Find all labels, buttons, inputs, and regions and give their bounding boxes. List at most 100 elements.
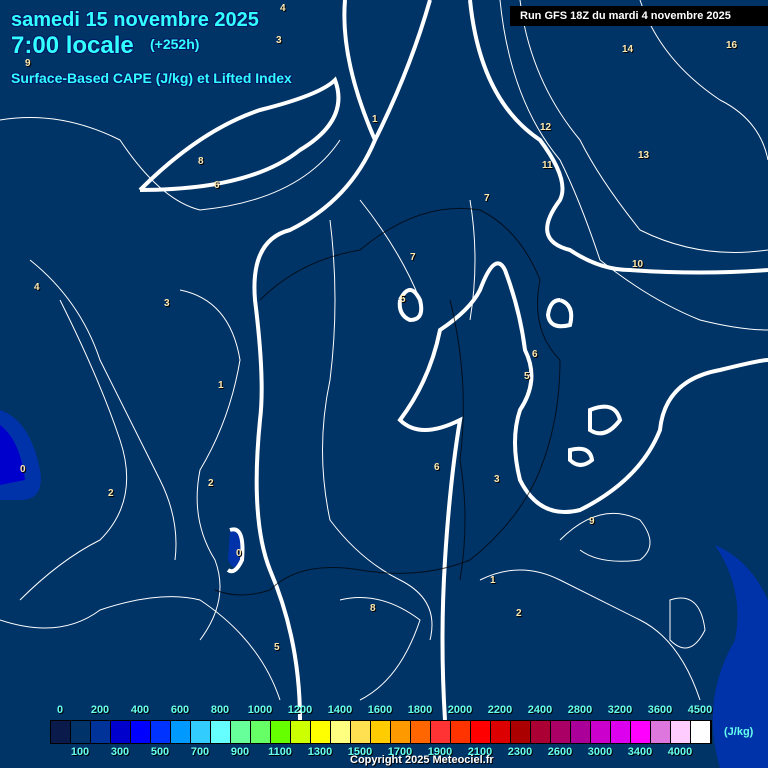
legend-swatch [191, 721, 211, 743]
forecast-date: samedi 15 novembre 2025 [11, 9, 259, 31]
legend-top-label: 2800 [567, 704, 593, 716]
contour-label: 6 [214, 180, 220, 191]
legend-top-label: 1600 [367, 704, 393, 716]
legend-swatch [91, 721, 111, 743]
contour-label: 2 [208, 478, 214, 489]
legend-bottom-label: 300 [110, 746, 130, 758]
legend-top-label: 1000 [247, 704, 273, 716]
legend-swatch [611, 721, 631, 743]
contour-label: 2 [516, 608, 522, 619]
legend-bottom-label: 100 [70, 746, 90, 758]
contour-label: 3 [276, 35, 282, 46]
legend-bottom-label: 2300 [507, 746, 533, 758]
contour-label: 8 [370, 603, 376, 614]
contour-label: 10 [632, 259, 644, 270]
legend-swatch [131, 721, 151, 743]
copyright: Copyright 2025 Meteociel.fr [350, 754, 494, 766]
color-scale-legend [50, 720, 712, 744]
contour-label: 11 [542, 160, 553, 171]
legend-swatch [431, 721, 451, 743]
contour-label: 5 [524, 371, 530, 382]
legend-top-label: 400 [130, 704, 150, 716]
legend-swatch [631, 721, 651, 743]
legend-bottom-label: 4000 [667, 746, 693, 758]
contour-label: 8 [198, 156, 204, 167]
forecast-lead-time: (+252h) [150, 36, 200, 52]
contour-label: 5 [400, 294, 406, 305]
contour-label: 0 [20, 464, 26, 475]
legend-bottom-label: 2600 [547, 746, 573, 758]
contour-label: 16 [726, 40, 738, 51]
contour-label: 6 [532, 349, 538, 360]
forecast-time: 7:00 locale [11, 32, 134, 59]
cape-map [0, 0, 768, 768]
legend-swatch [451, 721, 471, 743]
legend-swatch [551, 721, 571, 743]
legend-swatch [651, 721, 671, 743]
legend-swatch [111, 721, 131, 743]
legend-swatch [331, 721, 351, 743]
contour-label: 13 [638, 150, 650, 161]
contour-label: 1 [372, 114, 378, 125]
legend-swatch [491, 721, 511, 743]
legend-top-label: 200 [90, 704, 110, 716]
contour-label: 6 [434, 462, 440, 473]
legend-top-label: 2000 [447, 704, 473, 716]
contour-label: 4 [280, 3, 286, 14]
legend-bottom-label: 3400 [627, 746, 653, 758]
legend-swatch [391, 721, 411, 743]
parameter-title: Surface-Based CAPE (J/kg) et Lifted Inde… [11, 70, 292, 86]
legend-top-label: 2200 [487, 704, 513, 716]
legend-top-label: 3200 [607, 704, 633, 716]
legend-bottom-label: 900 [230, 746, 250, 758]
legend-top-label: 0 [56, 704, 64, 716]
legend-swatch [51, 721, 71, 743]
legend-swatch [591, 721, 611, 743]
contour-label: 4 [34, 282, 40, 293]
contour-label: 7 [484, 193, 490, 204]
contour-label: 9 [589, 516, 595, 527]
legend-bottom-label: 1100 [268, 746, 292, 758]
legend-swatch [311, 721, 331, 743]
contour-label: 12 [540, 122, 552, 133]
contour-label: 0 [236, 548, 242, 559]
contour-label: 14 [622, 44, 634, 55]
contour-label: 7 [410, 252, 416, 263]
legend-swatch [211, 721, 231, 743]
legend-swatch [291, 721, 311, 743]
contour-label: 1 [490, 575, 496, 586]
legend-top-label: 3600 [647, 704, 673, 716]
legend-swatch [371, 721, 391, 743]
legend-bottom-label: 500 [150, 746, 170, 758]
run-info: Run GFS 18Z du mardi 4 novembre 2025 [510, 6, 768, 26]
legend-swatch [231, 721, 251, 743]
legend-swatch [671, 721, 691, 743]
legend-swatch [171, 721, 191, 743]
contour-label: 3 [494, 474, 500, 485]
legend-swatch [151, 721, 171, 743]
legend-swatch [531, 721, 551, 743]
legend-top-label: 600 [170, 704, 190, 716]
legend-swatch [351, 721, 371, 743]
legend-top-label: 1200 [287, 704, 313, 716]
legend-swatch [571, 721, 591, 743]
legend-swatch [471, 721, 491, 743]
contour-label: 3 [164, 298, 170, 309]
legend-top-label: 2400 [527, 704, 553, 716]
legend-top-label: 800 [210, 704, 230, 716]
legend-swatch [511, 721, 531, 743]
legend-swatch [691, 721, 711, 743]
legend-top-label: 1800 [407, 704, 433, 716]
contour-label: 5 [274, 642, 280, 653]
legend-top-label: 4500 [687, 704, 713, 716]
legend-swatch [271, 721, 291, 743]
legend-unit: (J/kg) [724, 726, 754, 738]
legend-bottom-label: 700 [190, 746, 210, 758]
legend-swatch [251, 721, 271, 743]
legend-swatch [411, 721, 431, 743]
legend-top-label: 1400 [327, 704, 353, 716]
contour-label: 2 [108, 488, 114, 499]
contour-label: 1 [218, 380, 224, 391]
legend-bottom-label: 3000 [587, 746, 613, 758]
legend-bottom-label: 1300 [307, 746, 333, 758]
